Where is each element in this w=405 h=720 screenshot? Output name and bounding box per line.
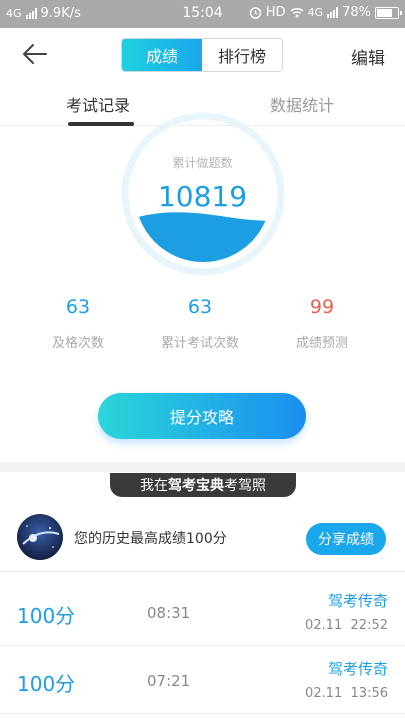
signal-icon-2 bbox=[327, 7, 339, 18]
stat-score-prediction: 99 成绩预测 bbox=[257, 296, 387, 351]
record-title: 驾考传奇 bbox=[327, 660, 388, 678]
segment-rank[interactable]: 排行榜 bbox=[202, 39, 282, 71]
record-title: 驾考传奇 bbox=[327, 592, 388, 610]
edit-button[interactable]: 编辑 bbox=[351, 44, 385, 69]
segment-scores[interactable]: 成绩 bbox=[122, 39, 202, 71]
stat-value: 63 bbox=[65, 296, 91, 318]
exam-record-row[interactable]: 100分 07:21 驾考传奇 02.11 13:56 bbox=[0, 646, 405, 714]
record-duration: 07:21 bbox=[147, 672, 191, 690]
record-date: 02.11 22:52 bbox=[305, 618, 388, 633]
total-questions-value: 10819 bbox=[157, 180, 248, 213]
improve-score-button[interactable]: 提分攻略 bbox=[98, 393, 306, 439]
network-type-2: 4G bbox=[307, 6, 324, 19]
battery-icon bbox=[375, 6, 402, 19]
best-score-text: 您的历史最高成绩100分 bbox=[74, 531, 227, 547]
stat-label: 成绩预测 bbox=[295, 336, 348, 351]
stat-exam-count: 63 累计考试次数 bbox=[135, 296, 265, 351]
share-score-button[interactable]: 分享成绩 bbox=[306, 523, 386, 555]
record-score: 100分 bbox=[17, 604, 76, 628]
stat-label: 累计考试次数 bbox=[160, 336, 239, 351]
total-questions-label: 累计做题数 bbox=[172, 156, 233, 170]
header: 成绩 排行榜 编辑 bbox=[0, 28, 405, 80]
banner-prefix: 我在 bbox=[140, 478, 168, 494]
avatar-image bbox=[17, 514, 63, 560]
battery-percent: 78% bbox=[342, 5, 371, 20]
segment-control: 成绩 排行榜 bbox=[121, 38, 283, 72]
wifi-icon bbox=[290, 7, 304, 18]
alarm-icon bbox=[249, 7, 262, 19]
record-date: 02.11 13:56 bbox=[305, 686, 388, 701]
battery-fill bbox=[377, 8, 392, 17]
exam-record-row[interactable]: 100分 08:31 驾考传奇 02.11 22:52 bbox=[0, 578, 405, 646]
avatar bbox=[17, 514, 63, 560]
stat-value: 63 bbox=[187, 296, 213, 318]
back-button[interactable] bbox=[20, 40, 50, 68]
stat-pass-count: 63 及格次数 bbox=[13, 296, 143, 351]
record-score: 100分 bbox=[17, 672, 76, 696]
brand-banner: 我在 驾考宝典 考驾照 bbox=[110, 473, 296, 497]
banner-suffix: 考驾照 bbox=[224, 478, 266, 494]
section-divider bbox=[0, 462, 405, 472]
status-right: HD 4G 78% bbox=[249, 5, 402, 20]
best-score-row: 您的历史最高成绩100分 分享成绩 bbox=[0, 508, 405, 572]
status-bar: 4G 9.9K/s 15:04 HD 4G 78% bbox=[0, 0, 405, 28]
stat-value: 99 bbox=[309, 296, 335, 318]
banner-brand: 驾考宝典 bbox=[168, 478, 224, 494]
stat-label: 及格次数 bbox=[51, 336, 104, 351]
hd-indicator: HD bbox=[265, 5, 286, 20]
back-arrow-icon bbox=[23, 44, 47, 64]
record-duration: 08:31 bbox=[147, 604, 191, 622]
